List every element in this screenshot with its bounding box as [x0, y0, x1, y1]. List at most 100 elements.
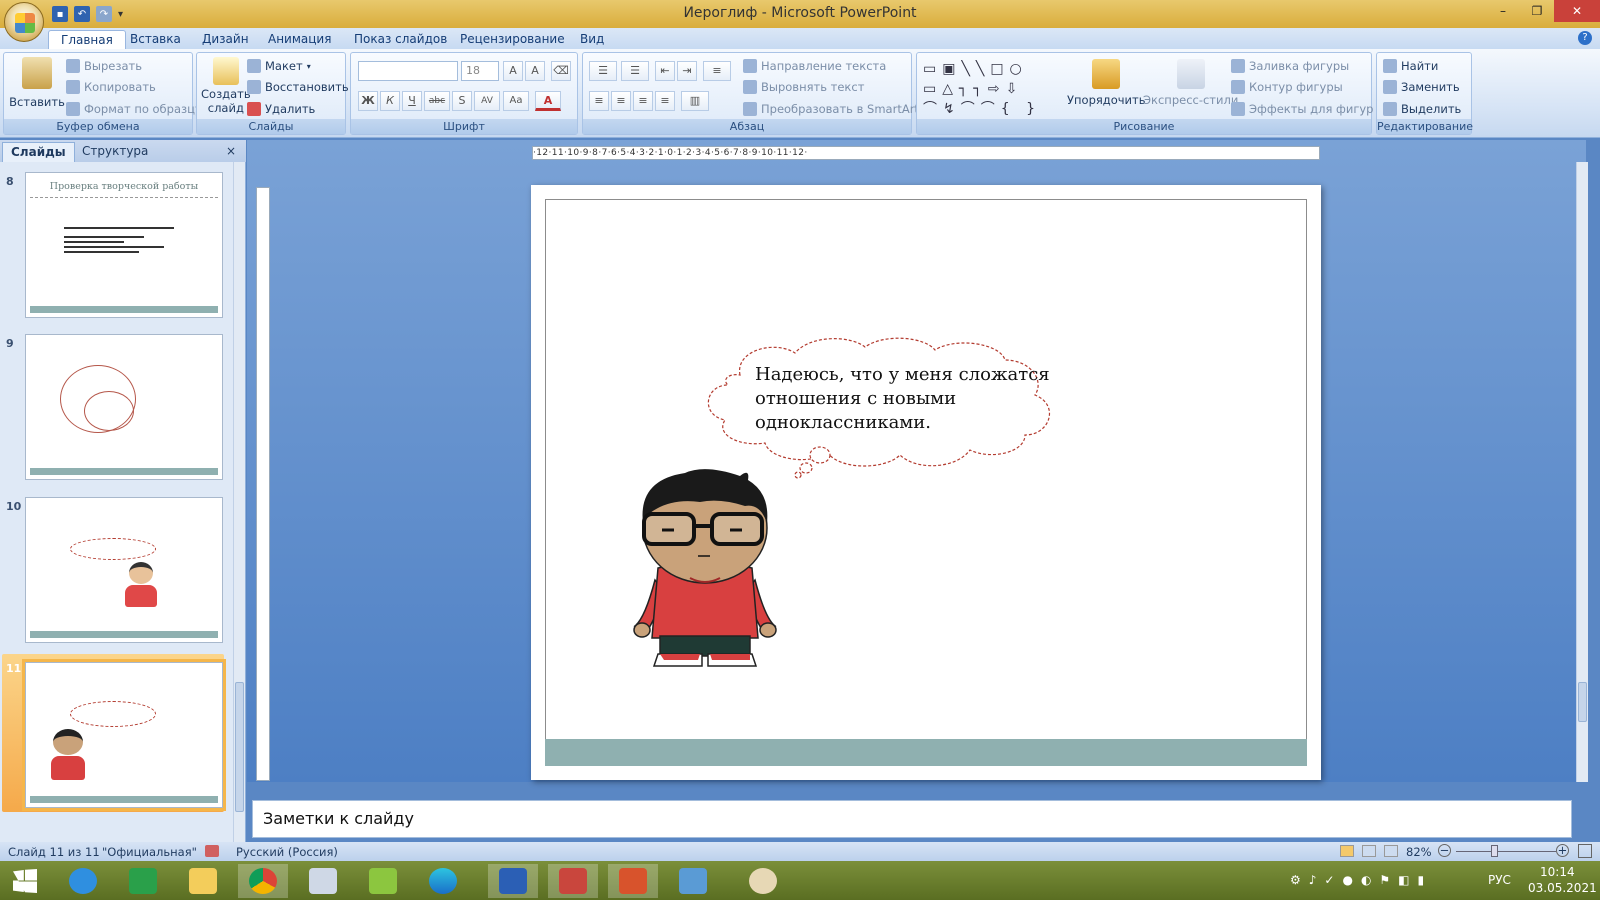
minimize-button[interactable]: –: [1486, 0, 1520, 22]
customize-qat-icon[interactable]: ▾: [118, 9, 123, 20]
notes-pane[interactable]: Заметки к слайду: [252, 800, 1572, 838]
taskbar-ie[interactable]: [58, 864, 108, 898]
tab-insert[interactable]: Вставка: [118, 30, 193, 49]
cut-button[interactable]: Вырезать: [66, 59, 142, 73]
zoom-level[interactable]: 82%: [1406, 845, 1432, 859]
columns-button[interactable]: ▥: [681, 91, 709, 111]
slide-thumbnail-9[interactable]: [25, 334, 223, 480]
save-icon[interactable]: ▪: [52, 6, 68, 22]
replace-button[interactable]: Заменить: [1383, 80, 1460, 94]
grow-font-button[interactable]: A: [503, 61, 523, 81]
quick-styles-button[interactable]: Экспресс-стили: [1143, 59, 1238, 107]
tab-animation[interactable]: Анимация: [256, 30, 343, 49]
panel-close-icon[interactable]: ×: [226, 142, 236, 162]
taskbar-paint[interactable]: [738, 864, 788, 898]
shape-outline-button[interactable]: Контур фигуры: [1231, 80, 1343, 94]
zoom-in-icon[interactable]: +: [1556, 844, 1569, 857]
taskbar-photos[interactable]: [668, 864, 718, 898]
help-icon[interactable]: ?: [1578, 31, 1592, 45]
select-button[interactable]: Выделить: [1383, 102, 1461, 116]
restore-button[interactable]: ❐: [1520, 0, 1554, 22]
char-spacing-button[interactable]: AV: [474, 91, 500, 111]
tab-view[interactable]: Вид: [568, 30, 616, 49]
smartart-button[interactable]: Преобразовать в SmartArt: [743, 102, 919, 116]
tab-review[interactable]: Рецензирование: [448, 30, 577, 49]
normal-view-icon[interactable]: [1340, 845, 1354, 857]
shapes-gallery[interactable]: ▭▣╲╲□○ ▭△┐┐⇨⇩ ⌒↯⌒⌒{ }: [923, 59, 1053, 119]
arrange-button[interactable]: Упорядочить: [1067, 59, 1146, 107]
close-button[interactable]: ✕: [1554, 0, 1600, 22]
taskbar-edge[interactable]: [418, 864, 468, 898]
taskbar-pdf[interactable]: [548, 864, 598, 898]
line-spacing-button[interactable]: ≡: [703, 61, 731, 81]
reset-button[interactable]: Восстановить: [247, 80, 349, 94]
taskbar-calculator[interactable]: [298, 864, 348, 898]
change-case-button[interactable]: Aa: [503, 91, 529, 111]
format-painter-button[interactable]: Формат по образцу: [66, 102, 202, 116]
start-button[interactable]: [0, 864, 50, 898]
find-button[interactable]: Найти: [1383, 59, 1438, 73]
zoom-slider[interactable]: [1456, 851, 1556, 852]
clock-date[interactable]: 03.05.2021: [1528, 881, 1597, 895]
shape-effects-button[interactable]: Эффекты для фигур: [1231, 102, 1373, 116]
delete-slide-button[interactable]: Удалить: [247, 102, 315, 116]
clock-time[interactable]: 10:14: [1540, 865, 1575, 879]
font-name-field[interactable]: [358, 61, 458, 81]
clear-format-button[interactable]: ⌫: [551, 61, 571, 81]
taskbar-store[interactable]: [118, 864, 168, 898]
redo-icon[interactable]: ↷: [96, 6, 112, 22]
increase-indent-button[interactable]: ⇥: [677, 61, 697, 81]
decrease-indent-button[interactable]: ⇤: [655, 61, 675, 81]
strikethrough-button[interactable]: abc: [424, 91, 450, 111]
shadow-button[interactable]: S: [452, 91, 472, 111]
paste-button[interactable]: Вставить: [9, 57, 65, 109]
new-slide-button[interactable]: Создать слайд: [201, 57, 251, 115]
taskbar-powerpoint[interactable]: [608, 864, 658, 898]
slideshow-view-icon[interactable]: [1384, 845, 1398, 857]
bubble-text[interactable]: Надеюсь, что у меня сложатся отношения с…: [755, 363, 1055, 435]
italic-button[interactable]: К: [380, 91, 400, 111]
slide-thumbnail-8[interactable]: Проверка творческой работы: [25, 172, 223, 318]
copy-button[interactable]: Копировать: [66, 80, 156, 94]
office-button[interactable]: [4, 2, 44, 42]
boy-character[interactable]: [630, 468, 780, 678]
panel-scrollbar[interactable]: [233, 162, 245, 842]
canvas-scrollbar[interactable]: [1576, 162, 1588, 782]
tab-slideshow[interactable]: Показ слайдов: [342, 30, 459, 49]
tab-outline[interactable]: Структура: [74, 142, 156, 162]
shrink-font-button[interactable]: A: [525, 61, 545, 81]
justify-button[interactable]: ≡: [655, 91, 675, 111]
canvas-scroll-thumb[interactable]: [1578, 682, 1587, 722]
panel-scroll-thumb[interactable]: [235, 682, 244, 812]
underline-button[interactable]: Ч: [402, 91, 422, 111]
zoom-out-icon[interactable]: −: [1438, 844, 1451, 857]
taskbar-word[interactable]: [488, 864, 538, 898]
tray-icons[interactable]: ⚙♪✓●◐⚑◧▮: [1290, 873, 1432, 887]
align-left-button[interactable]: ≡: [589, 91, 609, 111]
taskbar-chrome[interactable]: [238, 864, 288, 898]
tab-design[interactable]: Дизайн: [190, 30, 261, 49]
bold-button[interactable]: Ж: [358, 91, 378, 111]
layout-button[interactable]: Макет ▾: [247, 59, 311, 73]
font-size-field[interactable]: 18: [461, 61, 499, 81]
fit-window-icon[interactable]: [1578, 844, 1592, 858]
language-indicator[interactable]: Русский (Россия): [236, 845, 338, 859]
undo-icon[interactable]: ↶: [74, 6, 90, 22]
slide-thumbnail-10[interactable]: [25, 497, 223, 643]
taskbar-explorer[interactable]: [178, 864, 228, 898]
align-center-button[interactable]: ≡: [611, 91, 631, 111]
taskbar-app[interactable]: [358, 864, 408, 898]
input-language[interactable]: РУС: [1488, 873, 1511, 887]
tab-home[interactable]: Главная: [48, 30, 126, 49]
sorter-view-icon[interactable]: [1362, 845, 1376, 857]
spellcheck-icon[interactable]: [205, 845, 219, 857]
shape-fill-button[interactable]: Заливка фигуры: [1231, 59, 1349, 73]
zoom-slider-thumb[interactable]: [1491, 845, 1498, 857]
align-right-button[interactable]: ≡: [633, 91, 653, 111]
align-text-button[interactable]: Выровнять текст: [743, 80, 864, 94]
numbering-button[interactable]: ☰: [621, 61, 649, 81]
slide-thumbnail-11[interactable]: [22, 659, 226, 811]
tab-slides[interactable]: Слайды: [2, 142, 75, 162]
bullets-button[interactable]: ☰: [589, 61, 617, 81]
font-color-button[interactable]: A: [535, 91, 561, 111]
